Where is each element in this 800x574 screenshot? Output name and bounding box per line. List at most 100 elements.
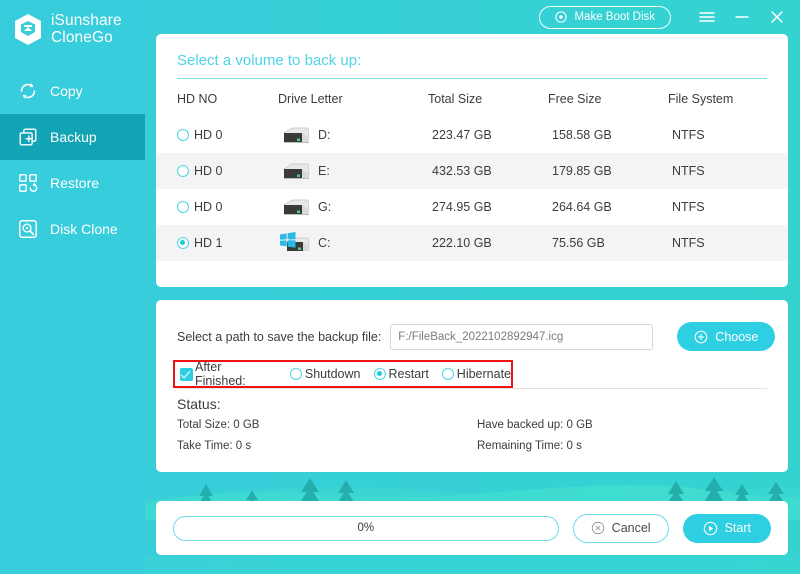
cell-hd-no: HD 0 xyxy=(194,128,223,142)
hibernate-label: Hibernate xyxy=(456,367,511,381)
volume-radio[interactable] xyxy=(177,129,189,141)
cell-free-size: 264.64 GB xyxy=(552,200,612,214)
backup-options-panel: Select a path to save the backup file: C… xyxy=(156,300,788,472)
brand-line-2: CloneGo xyxy=(51,29,113,46)
cell-free-size: 75.56 GB xyxy=(552,236,605,250)
minimize-icon[interactable] xyxy=(733,8,751,26)
disk-magnifier-icon xyxy=(19,220,37,238)
column-header-hd-no: HD NO xyxy=(177,92,218,106)
cell-file-system: NTFS xyxy=(672,200,705,214)
start-label: Start xyxy=(724,521,751,535)
sidebar-nav: Copy Backup Restore Disk Clone xyxy=(0,68,145,252)
cell-free-size: 158.58 GB xyxy=(552,128,612,142)
volume-radio[interactable] xyxy=(177,201,189,213)
start-button[interactable]: Start xyxy=(682,513,771,543)
choose-button[interactable]: Choose xyxy=(677,322,776,351)
volume-selection-panel: Select a volume to back up: HD NO Drive … xyxy=(156,34,788,287)
shutdown-radio[interactable] xyxy=(289,368,302,380)
hibernate-radio[interactable] xyxy=(441,368,454,380)
play-circle-icon xyxy=(703,521,717,535)
x-circle-icon xyxy=(591,521,604,535)
cell-free-size: 179.85 GB xyxy=(552,164,612,178)
grid-restore-icon xyxy=(19,174,38,192)
after-option-shutdown[interactable]: Shutdown xyxy=(289,367,361,381)
cancel-label: Cancel xyxy=(611,521,651,535)
status-grid: Total Size: 0 GB Have backed up: 0 GB Ta… xyxy=(156,412,788,452)
backup-path-label: Select a path to save the backup file: xyxy=(177,329,382,344)
hard-drive-windows-icon xyxy=(280,232,310,251)
after-finished-highlight-box: After Finished: Shutdown Restart Hiberna… xyxy=(173,360,513,388)
after-option-hibernate[interactable]: Hibernate xyxy=(441,367,511,381)
cell-file-system: NTFS xyxy=(672,128,705,142)
make-boot-disk-button[interactable]: Make Boot Disk xyxy=(539,5,671,29)
brand-name: iSunshare CloneGo xyxy=(51,12,122,46)
brand-line-1: iSunshare xyxy=(51,12,122,29)
sidebar-item-label: Copy xyxy=(50,83,83,99)
volume-radio[interactable] xyxy=(177,237,189,249)
status-remaining-time: Remaining Time: 0 s xyxy=(477,440,582,452)
shutdown-label: Shutdown xyxy=(304,367,361,381)
table-row[interactable]: HD 0 D: 223.47 GB 158.58 GB NTFS xyxy=(156,117,788,153)
status-title: Status: xyxy=(177,396,221,412)
cell-hd-no: HD 0 xyxy=(194,164,223,178)
sidebar-item-label: Backup xyxy=(50,129,97,145)
column-header-file-system: File System xyxy=(668,92,734,106)
cell-total-size: 432.53 GB xyxy=(432,164,492,178)
actions-panel: 0% Cancel Start xyxy=(156,501,788,555)
cell-total-size: 222.10 GB xyxy=(432,236,492,250)
volume-radio[interactable] xyxy=(177,165,189,177)
volume-table: HD NO Drive Letter Total Size Free Size … xyxy=(156,79,788,261)
sidebar-item-copy[interactable]: Copy xyxy=(0,68,145,114)
cell-drive-letter: E: xyxy=(318,164,330,178)
stacked-squares-plus-icon xyxy=(19,128,37,146)
close-icon[interactable] xyxy=(768,8,786,26)
sidebar-item-label: Restore xyxy=(50,175,100,191)
backup-path-row: Select a path to save the backup file: C… xyxy=(156,300,788,351)
hexagon-shield-logo-icon xyxy=(15,13,41,45)
after-option-restart[interactable]: Restart xyxy=(373,367,429,381)
sidebar-item-backup[interactable]: Backup xyxy=(0,114,145,160)
sidebar-item-label: Disk Clone xyxy=(50,221,118,237)
sidebar-item-disk-clone[interactable]: Disk Clone xyxy=(0,206,145,252)
sidebar: iSunshare CloneGo Copy Backup Restore Di… xyxy=(0,0,145,574)
table-header-row: HD NO Drive Letter Total Size Free Size … xyxy=(156,79,788,117)
column-header-free-size: Free Size xyxy=(548,92,602,106)
page-title: Select a volume to back up: xyxy=(177,52,362,69)
restart-label: Restart xyxy=(388,367,429,381)
status-take-time: Take Time: 0 s xyxy=(177,440,252,452)
table-row[interactable]: HD 0 E: 432.53 GB 179.85 GB NTFS xyxy=(156,153,788,189)
cell-drive-letter: G: xyxy=(318,200,332,214)
cell-file-system: NTFS xyxy=(672,236,705,250)
disc-icon xyxy=(555,11,568,23)
status-total-size: Total Size: 0 GB xyxy=(177,419,260,431)
title-bar: Make Boot Disk xyxy=(145,0,800,34)
hard-drive-icon xyxy=(283,127,310,143)
restart-radio[interactable] xyxy=(373,368,386,380)
make-boot-disk-label: Make Boot Disk xyxy=(574,11,655,23)
cell-total-size: 274.95 GB xyxy=(432,200,492,214)
table-row[interactable]: HD 1 C: 222.10 GB 75.56 GB NTFS xyxy=(156,225,788,261)
plus-circle-icon xyxy=(694,330,708,343)
progress-bar: 0% xyxy=(173,515,559,541)
after-finished-label: After Finished: xyxy=(195,360,246,388)
status-have-backed-up: Have backed up: 0 GB xyxy=(477,419,593,431)
refresh-circular-arrows-icon xyxy=(20,83,36,99)
cancel-button[interactable]: Cancel xyxy=(572,513,669,543)
app-logo: iSunshare CloneGo xyxy=(0,0,145,46)
hard-drive-icon xyxy=(283,163,310,179)
hamburger-menu-icon[interactable] xyxy=(698,8,716,26)
sidebar-item-restore[interactable]: Restore xyxy=(0,160,145,206)
table-row[interactable]: HD 0 G: 274.95 GB 264.64 GB NTFS xyxy=(156,189,788,225)
cell-hd-no: HD 0 xyxy=(194,200,223,214)
cell-file-system: NTFS xyxy=(672,164,705,178)
choose-label: Choose xyxy=(715,329,759,344)
backup-path-input[interactable] xyxy=(390,323,654,350)
after-finished-checkbox[interactable] xyxy=(180,367,193,381)
column-header-drive-letter: Drive Letter xyxy=(278,92,343,106)
progress-label: 0% xyxy=(357,522,375,534)
hard-drive-icon xyxy=(283,199,310,215)
cell-hd-no: HD 1 xyxy=(194,236,223,250)
cell-drive-letter: D: xyxy=(318,128,331,142)
cell-total-size: 223.47 GB xyxy=(432,128,492,142)
cell-drive-letter: C: xyxy=(318,236,331,250)
